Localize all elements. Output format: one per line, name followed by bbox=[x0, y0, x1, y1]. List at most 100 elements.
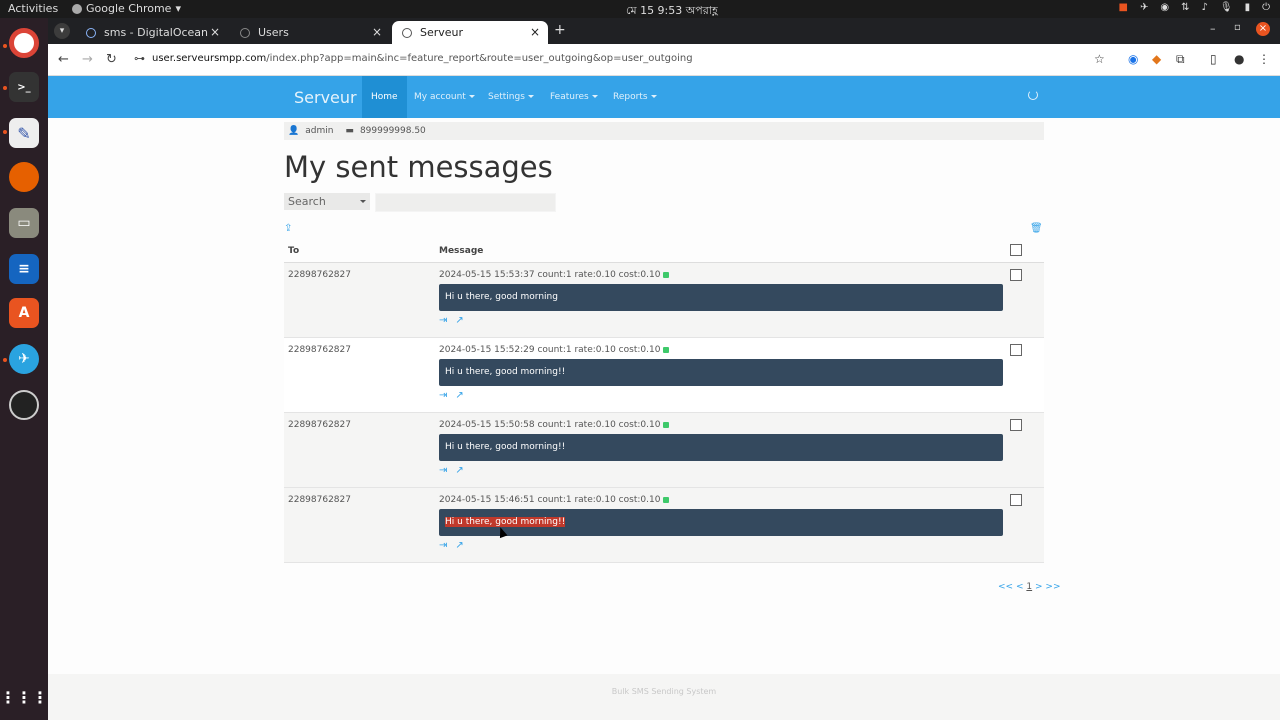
delivered-status-icon bbox=[663, 497, 670, 503]
files-icon[interactable]: ▭ bbox=[9, 208, 39, 238]
page-current[interactable]: 1 bbox=[1026, 582, 1032, 592]
page-first-link[interactable]: << bbox=[998, 582, 1013, 592]
telegram-icon: ✈ bbox=[1139, 2, 1149, 13]
table-header: To Message bbox=[284, 241, 1044, 263]
side-panel-icon[interactable]: ▯ bbox=[1210, 52, 1217, 66]
nav-settings[interactable]: Settings bbox=[479, 76, 543, 118]
back-icon[interactable]: ← bbox=[58, 52, 69, 67]
profile-avatar-icon[interactable]: ● bbox=[1234, 52, 1244, 66]
web-page: Serveur Home My account Settings Feature… bbox=[48, 76, 1280, 720]
page-last-link[interactable]: >> bbox=[1045, 582, 1060, 592]
forward-external-icon[interactable]: ↗ bbox=[455, 540, 463, 551]
pagination: << < 1 > >> bbox=[998, 582, 1061, 592]
battery-icon: ▮ bbox=[1244, 2, 1251, 13]
forward-external-icon[interactable]: ↗ bbox=[455, 390, 463, 401]
nav-home[interactable]: Home bbox=[362, 76, 407, 118]
credit-balance: 899999998.50 bbox=[359, 126, 426, 136]
running-indicator bbox=[3, 358, 7, 362]
running-indicator bbox=[3, 130, 7, 134]
row-checkbox[interactable] bbox=[1010, 344, 1022, 356]
column-message: Message bbox=[439, 246, 484, 256]
text-editor-icon[interactable]: ✎ bbox=[9, 118, 39, 148]
delivered-status-icon bbox=[663, 347, 670, 353]
nav-features[interactable]: Features bbox=[541, 76, 607, 118]
select-all-checkbox[interactable] bbox=[1010, 244, 1022, 256]
table-row: 22898762827 2024-05-15 15:53:37 count:1 … bbox=[284, 263, 1044, 338]
table-row: 22898762827 2024-05-15 15:50:58 count:1 … bbox=[284, 413, 1044, 488]
puzzle-icon[interactable]: ⧉ bbox=[1176, 52, 1185, 67]
app-menu[interactable]: Google Chrome ▾ bbox=[72, 2, 181, 15]
close-tab-icon[interactable]: × bbox=[210, 25, 220, 39]
message-body: Hi u there, good morning!! bbox=[439, 434, 1003, 461]
close-tab-icon[interactable]: × bbox=[530, 25, 540, 39]
delete-trash-icon[interactable]: 🗑 bbox=[1030, 223, 1043, 234]
page-prev-link[interactable]: < bbox=[1016, 582, 1024, 592]
digitalocean-favicon-icon bbox=[86, 27, 96, 38]
nav-reports[interactable]: Reports bbox=[604, 76, 666, 118]
url-field[interactable]: user.serveursmpp.com/index.php?app=main&… bbox=[152, 53, 693, 64]
resend-icon[interactable]: ⇥ bbox=[439, 540, 447, 551]
chrome-dock-icon[interactable] bbox=[9, 28, 39, 58]
table-row: 22898762827 2024-05-15 15:46:51 count:1 … bbox=[284, 488, 1044, 563]
message-body: Hi u there, good morning bbox=[439, 284, 1003, 311]
running-indicator bbox=[3, 44, 7, 48]
tab-users[interactable]: Users × bbox=[230, 21, 390, 44]
export-icon[interactable]: ⇪ bbox=[284, 223, 292, 234]
running-indicator bbox=[3, 86, 7, 90]
message-body: Hi u there, good morning!! bbox=[439, 359, 1003, 386]
obs-icon[interactable] bbox=[9, 390, 39, 420]
power-menu-icon: ⏻ bbox=[1262, 2, 1270, 13]
close-window-icon[interactable]: × bbox=[1256, 22, 1270, 36]
row-checkbox[interactable] bbox=[1010, 269, 1022, 281]
search-field-select[interactable]: Search bbox=[284, 193, 370, 210]
tab-serveur[interactable]: Serveur × bbox=[392, 21, 548, 44]
globe-favicon-icon bbox=[240, 27, 250, 38]
metamask-icon[interactable]: ◆ bbox=[1152, 52, 1161, 66]
bookmark-star-icon[interactable]: ☆ bbox=[1094, 52, 1105, 66]
forward-external-icon[interactable]: ↗ bbox=[455, 315, 463, 326]
forward-external-icon[interactable]: ↗ bbox=[455, 465, 463, 476]
telegram-dock-icon[interactable]: ✈ bbox=[9, 344, 39, 374]
resend-icon[interactable]: ⇥ bbox=[439, 315, 447, 326]
search-input[interactable] bbox=[375, 193, 556, 212]
message-meta: 2024-05-15 15:46:51 count:1 rate:0.10 co… bbox=[439, 495, 670, 505]
terminal-icon[interactable]: >_ bbox=[9, 72, 39, 102]
minimize-icon[interactable]: – bbox=[1210, 22, 1216, 35]
software-center-icon[interactable]: A bbox=[9, 298, 39, 328]
recipient-number: 22898762827 bbox=[288, 345, 351, 355]
address-bar: ← → ↻ ⊶ user.serveursmpp.com/index.php?a… bbox=[48, 44, 1280, 76]
forward-icon[interactable]: → bbox=[82, 52, 93, 67]
row-checkbox[interactable] bbox=[1010, 494, 1022, 506]
volume-icon: ♪ bbox=[1201, 2, 1208, 13]
nav-my-account[interactable]: My account bbox=[405, 76, 484, 118]
close-tab-icon[interactable]: × bbox=[372, 25, 382, 39]
globe-favicon-icon bbox=[402, 27, 412, 38]
resend-icon[interactable]: ⇥ bbox=[439, 465, 447, 476]
tab-search-icon[interactable]: ▾ bbox=[54, 23, 70, 39]
table-row: 22898762827 2024-05-15 15:52:29 count:1 … bbox=[284, 338, 1044, 413]
resend-icon[interactable]: ⇥ bbox=[439, 390, 447, 401]
message-meta: 2024-05-15 15:53:37 count:1 rate:0.10 co… bbox=[439, 270, 670, 280]
kebab-menu-icon[interactable]: ⋮ bbox=[1258, 52, 1270, 66]
chrome-tray-icon: ◉ bbox=[1160, 2, 1170, 13]
message-meta: 2024-05-15 15:50:58 count:1 rate:0.10 co… bbox=[439, 420, 670, 430]
tab-digitalocean[interactable]: sms - DigitalOcean × bbox=[76, 21, 228, 44]
extension-icon[interactable]: ◉ bbox=[1128, 52, 1138, 66]
restore-icon[interactable]: ▫ bbox=[1234, 22, 1241, 33]
page-title: My sent messages bbox=[284, 150, 553, 184]
column-to: To bbox=[288, 246, 300, 256]
row-checkbox[interactable] bbox=[1010, 419, 1022, 431]
logout-power-icon[interactable] bbox=[1028, 90, 1038, 100]
writer-icon[interactable]: ≡ bbox=[9, 254, 39, 284]
page-next-link[interactable]: > bbox=[1035, 582, 1043, 592]
brand-link[interactable]: Serveur bbox=[294, 88, 357, 107]
site-info-icon[interactable]: ⊶ bbox=[134, 52, 145, 65]
message-body-selected[interactable]: Hi u there, good morning!! bbox=[439, 509, 1003, 536]
dock: >_ ✎ ▭ ≡ A ✈ ⋮⋮⋮ bbox=[0, 18, 48, 720]
activities-button[interactable]: Activities bbox=[8, 2, 58, 15]
new-tab-icon[interactable]: + bbox=[554, 22, 566, 38]
system-tray[interactable]: ■ ✈ ◉ ⇅ ♪ 🎙 ▮ ⏻ bbox=[1119, 2, 1271, 13]
reload-icon[interactable]: ↻ bbox=[106, 52, 117, 67]
show-apps-icon[interactable]: ⋮⋮⋮ bbox=[0, 682, 48, 712]
firefox-icon[interactable] bbox=[9, 162, 39, 192]
